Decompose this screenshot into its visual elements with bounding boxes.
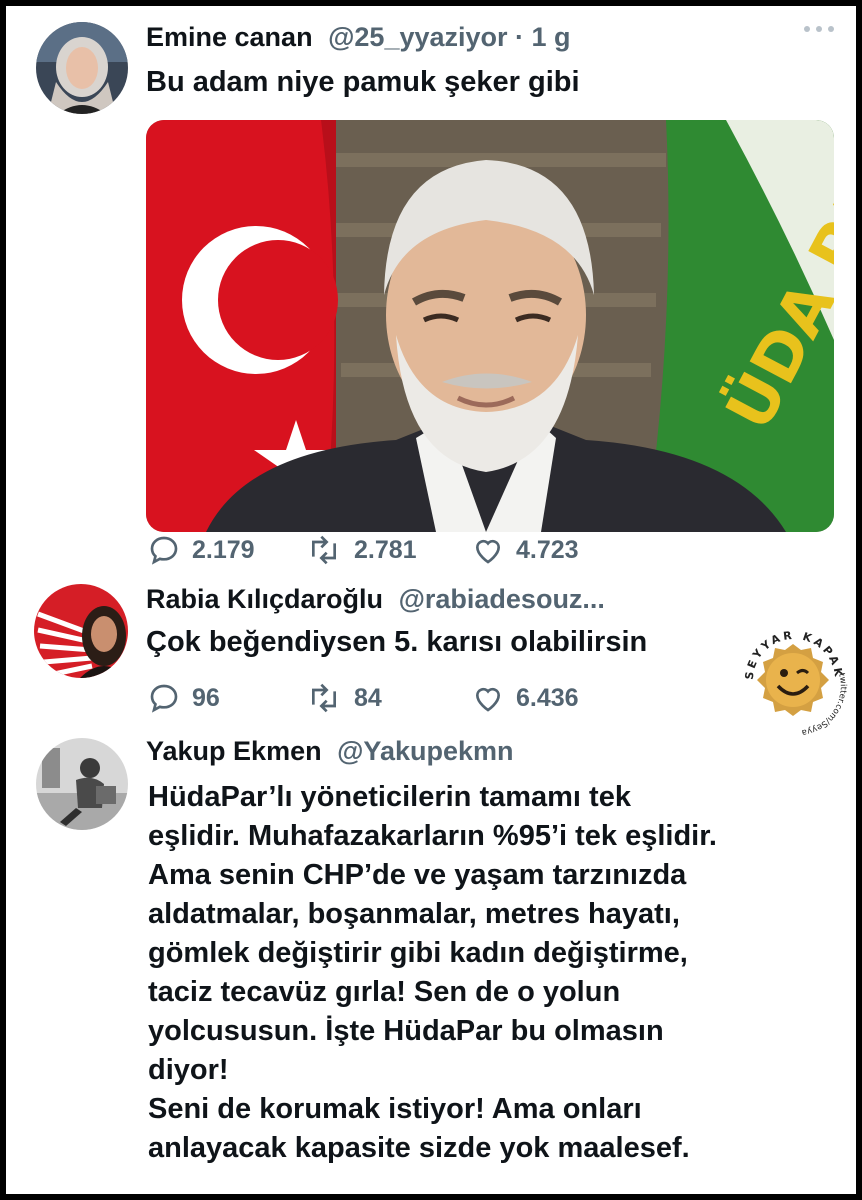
like-count: 4.723 xyxy=(516,535,579,564)
retweet-icon xyxy=(312,683,336,713)
retweet-button[interactable]: 2.781 xyxy=(306,534,472,566)
reply-icon xyxy=(150,684,178,713)
tweet-line: HüdaPar’lı yöneticilerin tamamı tek xyxy=(148,781,631,813)
reply-count: 96 xyxy=(192,683,220,712)
like-button[interactable]: 4.723 xyxy=(472,534,579,566)
author-handle[interactable]: @Yakupekmn xyxy=(337,736,513,766)
like-button[interactable]: 6.436 xyxy=(472,682,579,714)
heart-icon xyxy=(475,539,501,564)
tweet2-header: Rabia Kılıçdaroğlu @rabiadesouz... xyxy=(146,584,605,615)
tweet3-header: Yakup Ekmen @Yakupekmn xyxy=(146,736,514,767)
tweet-line: taciz tecavüz gırla! Sen de o yolun xyxy=(148,976,621,1008)
tweet3-text: HüdaPar’lı yöneticilerin tamamı tek eşli… xyxy=(148,778,717,1168)
tweet-line: aldatmalar, boşanmalar, metres hayatı, xyxy=(148,898,680,930)
retweet-count: 84 xyxy=(354,683,382,712)
avatar-rabia[interactable] xyxy=(34,584,128,678)
tweet-line: yolcususun. İşte HüdaPar bu olmasın xyxy=(148,1015,664,1047)
avatar-emine[interactable] xyxy=(36,22,128,114)
retweet-count: 2.781 xyxy=(354,535,417,564)
screenshot-frame: Emine canan @25_yyaziyor · 1 g Bu adam n… xyxy=(6,6,856,1194)
tweet1-header: Emine canan @25_yyaziyor · 1 g xyxy=(146,22,571,53)
retweet-icon xyxy=(312,535,336,565)
reply-button[interactable]: 2.179 xyxy=(148,534,306,566)
retweet-button[interactable]: 84 xyxy=(306,682,472,714)
author-handle[interactable]: @25_yyaziyor xyxy=(328,22,507,52)
seyyar-kapakci-watermark: SEYYAR KAPAKÇI twitter.com/SeyyarKapakci xyxy=(733,608,849,740)
like-count: 6.436 xyxy=(516,683,579,712)
tweet-line: Ama senin CHP’de ve yaşam tarzınızda xyxy=(148,859,687,891)
tweet-line: diyor! xyxy=(148,1054,229,1086)
tweet-line: eşlidir. Muhafazakarların %95’i tek eşli… xyxy=(148,820,717,852)
reply-button[interactable]: 96 xyxy=(148,682,306,714)
author-name[interactable]: Yakup Ekmen xyxy=(146,736,322,766)
tweet2-actions: 96 84 6.436 xyxy=(148,682,579,714)
tweet-line: gömlek değiştirir gibi kadın değiştirme, xyxy=(148,937,688,969)
author-handle[interactable]: @rabiadesouz... xyxy=(399,584,605,614)
heart-icon xyxy=(475,687,501,712)
author-name[interactable]: Emine canan xyxy=(146,22,313,52)
reply-icon xyxy=(150,536,178,565)
tweet-photo[interactable]: ÜDA PA xyxy=(146,120,834,532)
author-name[interactable]: Rabia Kılıçdaroğlu xyxy=(146,584,383,614)
reply-count: 2.179 xyxy=(192,535,255,564)
avatar-yakup[interactable] xyxy=(36,738,128,830)
more-options-icon[interactable] xyxy=(804,26,834,32)
tweet-line: Seni de korumak istiyor! Ama onları xyxy=(148,1093,642,1125)
tweet1-actions: 2.179 2.781 4.723 xyxy=(148,534,579,566)
timestamp[interactable]: · 1 g xyxy=(515,22,571,52)
tweet-line: anlayacak kapasite sizde yok maalesef. xyxy=(148,1132,690,1164)
tweet2-text: Çok beğendiysen 5. karısı olabilirsin xyxy=(146,626,648,658)
tweet1-text: Bu adam niye pamuk şeker gibi xyxy=(146,66,580,98)
